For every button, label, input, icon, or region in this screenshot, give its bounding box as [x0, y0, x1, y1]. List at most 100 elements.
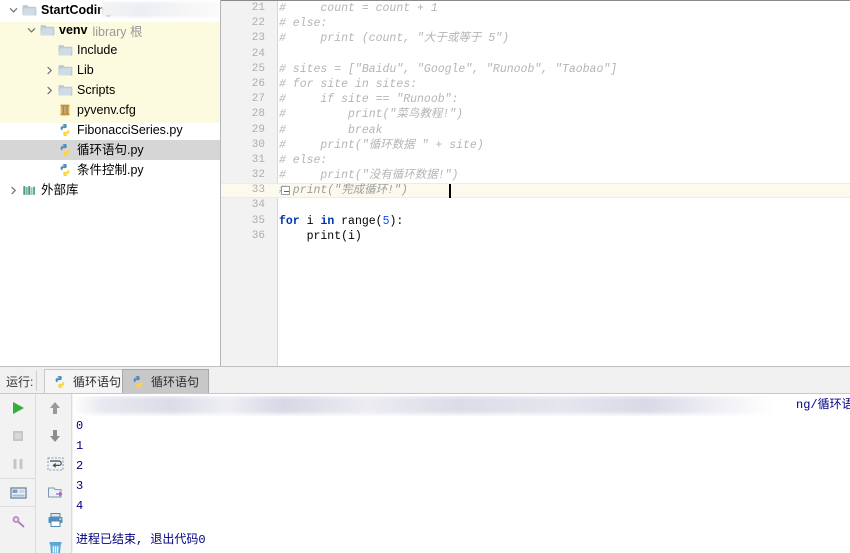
line-number: 35 [251, 214, 265, 227]
export-button[interactable] [37, 478, 73, 506]
chevron-right-icon[interactable] [42, 86, 56, 95]
library-icon [20, 182, 38, 198]
line-number: 22 [251, 17, 265, 30]
code-text: # for site in sites: [279, 77, 418, 91]
run-tab-2[interactable]: 循环语句 [122, 369, 210, 393]
chevron-right-icon[interactable] [42, 66, 56, 75]
project-tree-panel: StartCoding venv library 根 Include Lib Script… [0, 0, 221, 366]
code-line-21[interactable]: 21 # count = count + 1 [221, 1, 850, 16]
wrap-icon [47, 457, 63, 471]
python-file-icon [129, 374, 147, 390]
line-number: 21 [251, 2, 265, 14]
tree-row-Include[interactable]: Include [0, 40, 220, 60]
pycharm-window: StartCoding venv library 根 Include Lib Script… [0, 0, 850, 553]
run-tab-bar: 运行: 循环语句 循环语句 [0, 367, 850, 394]
tree-row-循环语句.py[interactable]: 循环语句.py [0, 140, 220, 160]
chevron-right-icon[interactable] [6, 186, 20, 195]
print-button[interactable] [37, 506, 73, 534]
line-number: 34 [251, 199, 265, 212]
editor-text-area[interactable]: 21 # count = count + 1 22 # else: 23 # print … [221, 1, 850, 366]
line-number: 23 [251, 32, 265, 45]
tree-row-Scripts[interactable]: Scripts [0, 80, 220, 100]
line-number: 27 [251, 93, 265, 106]
run-window-title: 运行: [6, 375, 34, 389]
code-line-31[interactable]: 31 # else: [221, 153, 850, 168]
console-output-line: 2 [76, 459, 84, 473]
code-text: # break [279, 123, 383, 137]
code-line-29[interactable]: 29 # break [221, 123, 850, 138]
run-left-toolbar [0, 394, 36, 553]
tree-row-label: Include [77, 43, 118, 57]
code-line-28[interactable]: 28 # print("菜鸟教程!") [221, 107, 850, 122]
code-line-22[interactable]: 22 # else: [221, 16, 850, 31]
code-line-27[interactable]: 27 # if site == "Runoob": [221, 92, 850, 107]
tree-row-外部库[interactable]: 外部库 [0, 180, 220, 200]
code-line-23[interactable]: 23 # print (count, "大于或等于 5") [221, 31, 850, 46]
tree-row-FibonacciSeries.py[interactable]: FibonacciSeries.py [0, 120, 220, 140]
tree-row-label: pyvenv.cfg [77, 103, 136, 117]
clear-all-button[interactable] [37, 534, 73, 553]
fold-marker[interactable] [281, 184, 347, 196]
chevron-down-icon[interactable] [6, 6, 20, 15]
export-icon [47, 487, 62, 498]
scroll-up-button[interactable] [37, 394, 73, 422]
console-output-line: 1 [76, 439, 84, 453]
tree-row-pyvenv.cfg[interactable]: pyvenv.cfg [0, 100, 220, 120]
pause-button[interactable] [0, 450, 36, 478]
tree-row-label: 条件控制.py [77, 163, 144, 177]
restore-layout-button[interactable] [0, 478, 36, 506]
folder-icon [20, 2, 38, 18]
code-line-32[interactable]: 32 # print("没有循环数据!") [221, 168, 850, 183]
pause-icon [13, 459, 23, 469]
code-line-34[interactable]: 34 [221, 198, 850, 213]
rerun-button[interactable] [0, 394, 36, 422]
code-text: # print("循环数据 " + site) [279, 138, 484, 152]
code-text: # else: [279, 17, 328, 31]
code-line-30[interactable]: 30 # print("循环数据 " + site) [221, 138, 850, 153]
redacted-command-line: ng/循环语句.py" [73, 396, 850, 416]
console-output[interactable]: ng/循环语句.py" 0 1 2 3 4 进程已结束, 退出代码0 [73, 394, 850, 553]
run-tab-1[interactable]: 循环语句 [44, 369, 132, 393]
folder-icon [38, 22, 56, 38]
line-number: 31 [251, 153, 265, 166]
run-tab-1-label: 循环语句 [73, 375, 122, 389]
soft-wrap-button[interactable] [37, 450, 73, 478]
code-line-36[interactable]: 36 print(i) [221, 229, 850, 244]
console-output-line: 3 [76, 479, 84, 493]
scroll-down-button[interactable] [37, 422, 73, 450]
settings-button[interactable] [0, 506, 36, 534]
console-output-line: 0 [76, 419, 84, 433]
stop-button[interactable] [0, 422, 36, 450]
layout-icon [9, 486, 27, 499]
code-line-25[interactable]: 25 # sites = ["Baidu", "Google", "Runoob"… [221, 62, 850, 77]
stop-icon [13, 431, 23, 441]
code-text: # else: [279, 153, 328, 167]
code-text: # if site == "Runoob": [279, 93, 459, 107]
python-file-icon [56, 162, 74, 178]
line-number: 33 [251, 184, 265, 197]
chevron-down-icon[interactable] [24, 26, 38, 35]
line-number: 30 [251, 138, 265, 151]
folder-icon [56, 42, 74, 58]
python-file-icon [56, 122, 74, 138]
print-icon [48, 513, 62, 527]
code-text: # print("完成循环!") [279, 184, 408, 198]
tree-row-label: Lib [77, 63, 94, 77]
line-number: 28 [251, 108, 265, 121]
code-line-35[interactable]: 35 for i in range(5): [221, 214, 850, 229]
code-line-26[interactable]: 26 # for site in sites: [221, 77, 850, 92]
tree-row-label: FibonacciSeries.py [77, 123, 183, 137]
tree-row-venv[interactable]: venv library 根 [0, 20, 220, 40]
folder-icon [56, 82, 74, 98]
code-line-24[interactable]: 24 [221, 47, 850, 62]
tree-row-条件控制.py[interactable]: 条件控制.py [0, 160, 220, 180]
code-line-33[interactable]: 33 # print("完成循环!") [221, 183, 850, 199]
code-editor[interactable]: 21 # count = count + 1 22 # else: 23 # print … [221, 0, 850, 366]
line-number: 25 [251, 62, 265, 75]
code-text: # print (count, "大于或等于 5") [279, 32, 510, 46]
folder-icon [56, 62, 74, 78]
python-file-icon [51, 374, 69, 390]
tab-divider [36, 370, 37, 391]
tree-row-Lib[interactable]: Lib [0, 60, 220, 80]
trash-icon [49, 542, 61, 553]
